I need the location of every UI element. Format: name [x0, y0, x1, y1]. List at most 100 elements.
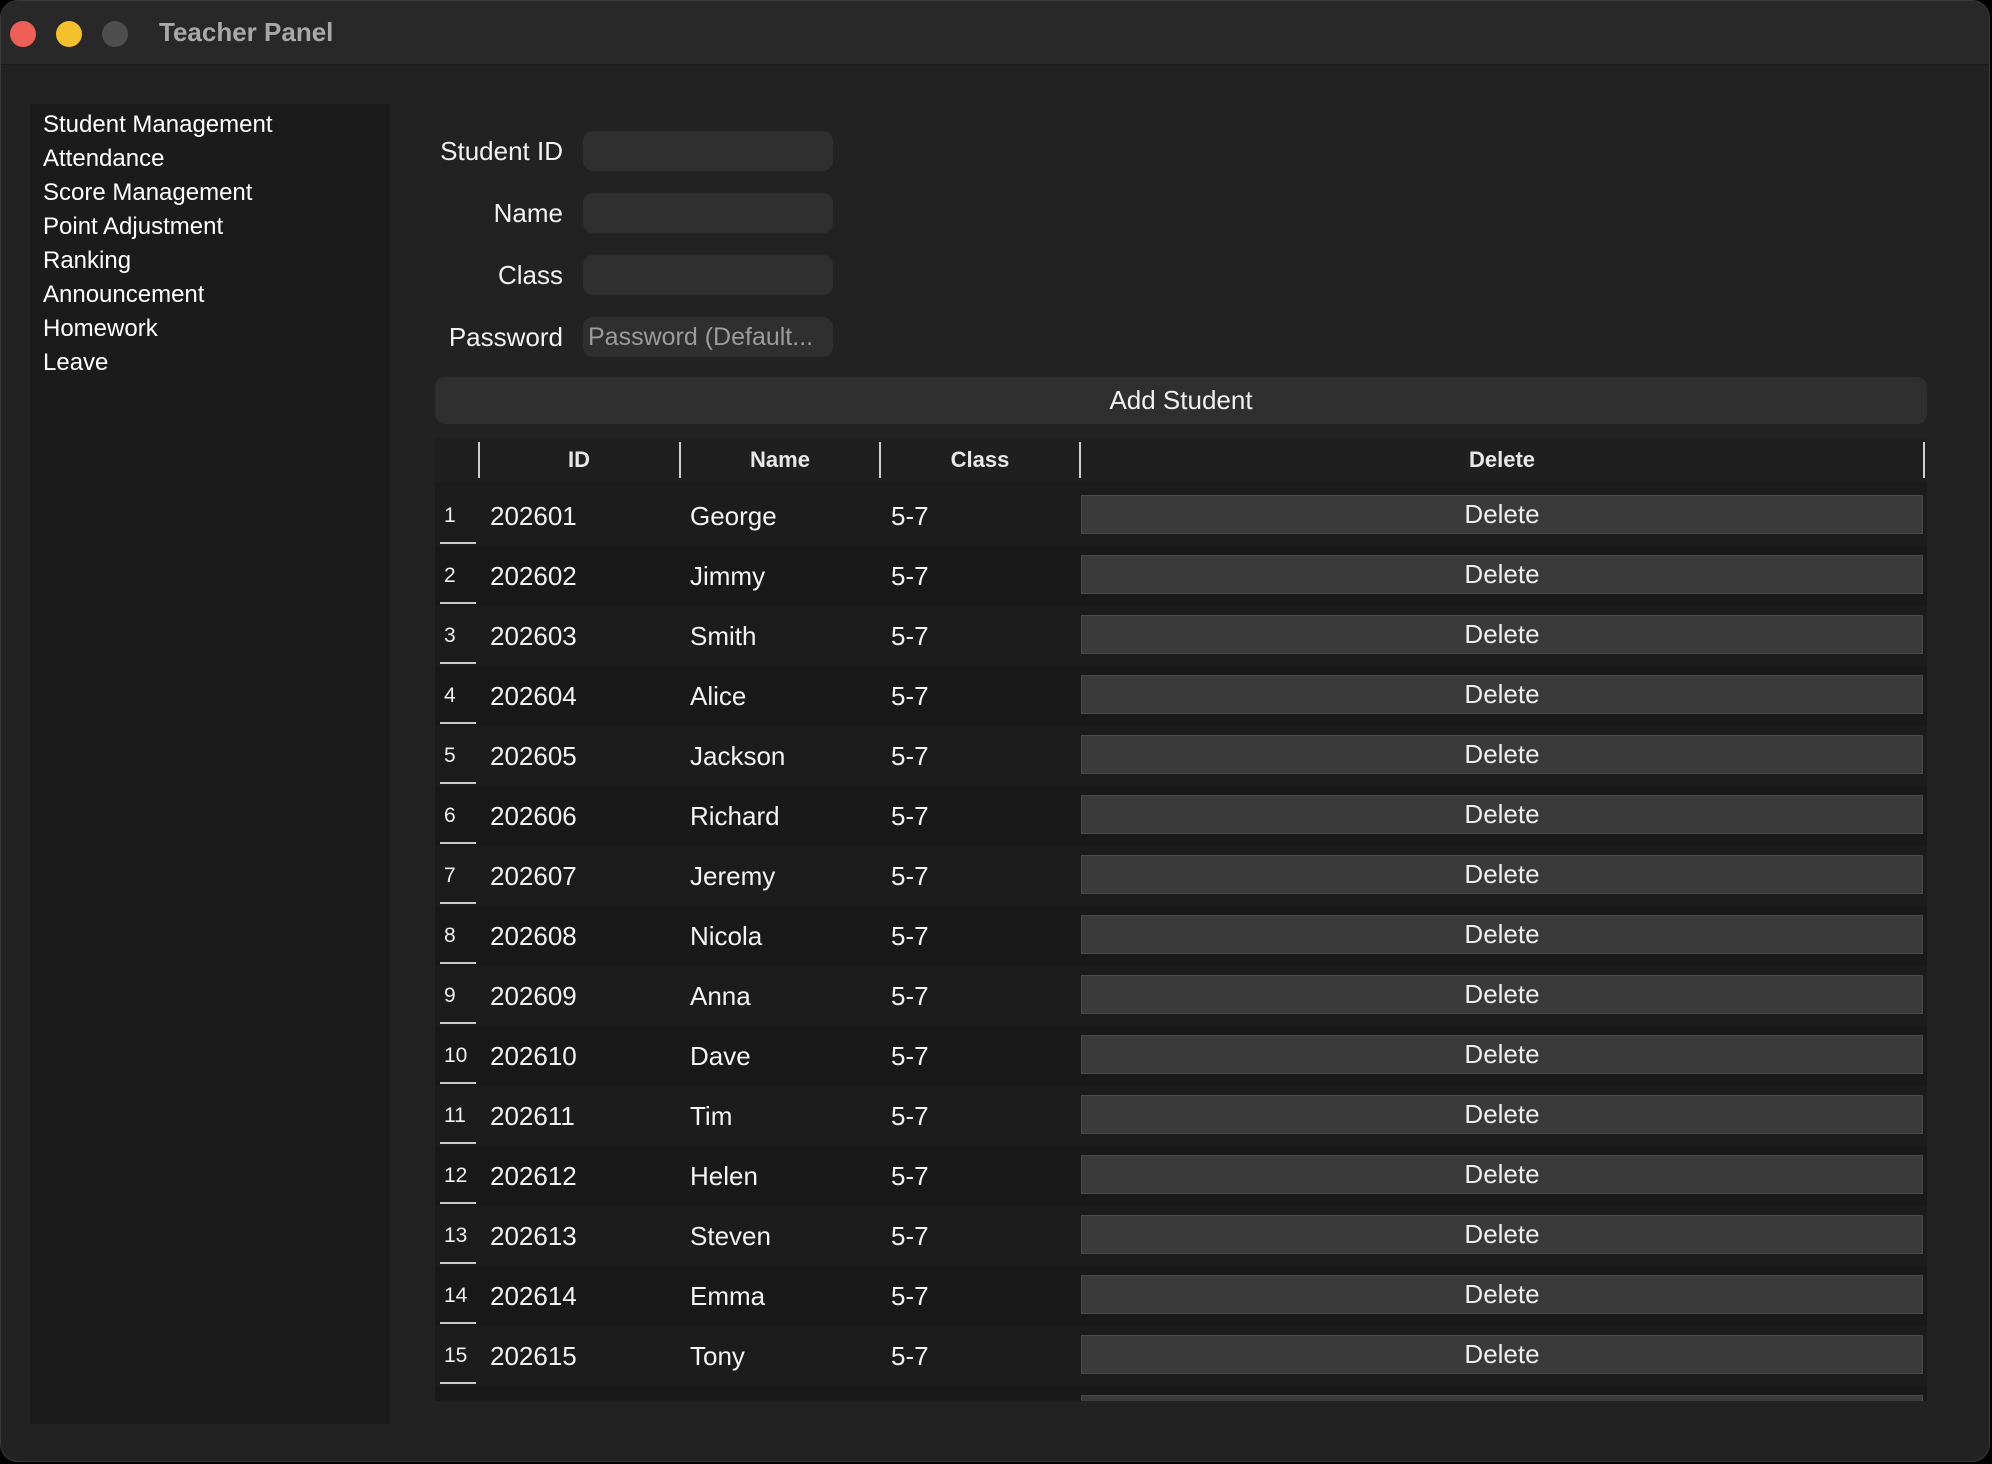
cell-name: Tony — [690, 1341, 745, 1371]
class-input[interactable] — [583, 255, 833, 295]
name-label: Name — [493, 198, 563, 228]
row-number-underline — [440, 962, 476, 964]
cell-class: 5-7 — [891, 741, 929, 771]
delete-button[interactable]: Delete — [1081, 915, 1923, 954]
cell-class: 5-7 — [891, 1221, 929, 1251]
cell-id: 202605 — [490, 741, 577, 771]
table-row[interactable]: 12 202612 Helen 5-7 Delete — [435, 1146, 1927, 1206]
row-number-underline — [440, 782, 476, 784]
delete-button[interactable]: Delete — [1081, 1215, 1923, 1254]
row-number: 1 — [444, 504, 456, 527]
delete-button[interactable]: Delete — [1081, 735, 1923, 774]
sidebar-item-homework[interactable]: Homework — [30, 312, 390, 346]
window-title: Teacher Panel — [159, 17, 334, 47]
row-number: 6 — [444, 804, 456, 827]
header-delete[interactable]: Delete — [1081, 438, 1923, 482]
minimize-window-button[interactable] — [56, 21, 82, 47]
sidebar-item-announcement[interactable]: Announcement — [30, 278, 390, 312]
cell-id: 202604 — [490, 681, 577, 711]
student-id-label: Student ID — [440, 136, 563, 166]
table-row[interactable]: 2 202602 Jimmy 5-7 Delete — [435, 546, 1927, 606]
delete-button[interactable]: Delete — [1081, 975, 1923, 1014]
cell-name: Emma — [690, 1281, 766, 1311]
table-row[interactable]: 5 202605 Jackson 5-7 Delete — [435, 726, 1927, 786]
app-window: Teacher Panel Student Management Attenda… — [0, 0, 1990, 1462]
cell-class: 5-7 — [891, 1341, 929, 1371]
table-row[interactable]: 13 202613 Steven 5-7 Delete — [435, 1206, 1927, 1266]
class-label: Class — [497, 260, 563, 290]
cell-id: 202606 — [490, 801, 577, 831]
cell-class: 5-7 — [891, 1161, 929, 1191]
delete-button[interactable]: Delete — [1081, 615, 1923, 654]
row-number-underline — [440, 1142, 476, 1144]
cell-class: 5-7 — [891, 681, 929, 711]
delete-button[interactable]: Delete — [1081, 1095, 1923, 1134]
name-input[interactable] — [583, 193, 833, 233]
student-table: ID Name Class Delete 1 202601 George 5-7 Del… — [435, 438, 1927, 1401]
cell-name: Richard — [690, 801, 780, 831]
cell-name: Nicola — [690, 921, 763, 951]
table-row[interactable]: 3 202603 Smith 5-7 Delete — [435, 606, 1927, 666]
password-label: Password — [448, 322, 563, 352]
cell-id: 202601 — [490, 501, 577, 531]
delete-button[interactable]: Delete — [1081, 495, 1923, 534]
sidebar-item-student-management[interactable]: Student Management — [30, 108, 390, 142]
cell-class: 5-7 — [891, 501, 929, 531]
delete-button[interactable] — [1081, 1395, 1923, 1401]
table-row[interactable]: 10 202610 Dave 5-7 Delete — [435, 1026, 1927, 1086]
password-input[interactable] — [583, 317, 833, 357]
sidebar-item-score-management[interactable]: Score Management — [30, 176, 390, 210]
table-row[interactable]: 1 202601 George 5-7 Delete — [435, 486, 1927, 546]
table-row[interactable]: 15 202615 Tony 5-7 Delete — [435, 1326, 1927, 1386]
table-row[interactable]: 9 202609 Anna 5-7 Delete — [435, 966, 1927, 1026]
delete-button[interactable]: Delete — [1081, 675, 1923, 714]
row-number: 8 — [444, 924, 456, 947]
row-number: 15 — [444, 1344, 468, 1367]
cell-class: 5-7 — [891, 921, 929, 951]
cell-id: 202608 — [490, 921, 577, 951]
row-number: 7 — [444, 864, 456, 887]
table-row[interactable]: 8 202608 Nicola 5-7 Delete — [435, 906, 1927, 966]
table-row[interactable]: 6 202606 Richard 5-7 Delete — [435, 786, 1927, 846]
table-row[interactable]: 7 202607 Jeremy 5-7 Delete — [435, 846, 1927, 906]
cell-name: Steven — [690, 1221, 771, 1251]
table-row[interactable]: 14 202614 Emma 5-7 Delete — [435, 1266, 1927, 1326]
cell-id: 202603 — [490, 621, 577, 651]
zoom-window-button[interactable] — [102, 21, 128, 47]
row-number: 9 — [444, 984, 456, 1007]
sidebar-item-point-adjustment[interactable]: Point Adjustment — [30, 210, 390, 244]
header-name[interactable]: Name — [681, 438, 879, 482]
delete-button[interactable]: Delete — [1081, 795, 1923, 834]
sidebar-item-attendance[interactable]: Attendance — [30, 142, 390, 176]
cell-class: 5-7 — [891, 1041, 929, 1071]
delete-button[interactable]: Delete — [1081, 1035, 1923, 1074]
title-bar: Teacher Panel — [1, 1, 1989, 65]
row-number-underline — [440, 662, 476, 664]
row-number-underline — [440, 1262, 476, 1264]
row-number-underline — [440, 1322, 476, 1324]
cell-name: Dave — [690, 1041, 751, 1071]
header-id[interactable]: ID — [480, 438, 678, 482]
header-class[interactable]: Class — [881, 438, 1079, 482]
table-row[interactable]: 11 202611 Tim 5-7 Delete — [435, 1086, 1927, 1146]
delete-button[interactable]: Delete — [1081, 555, 1923, 594]
cell-name: George — [690, 501, 777, 531]
table-row-partial[interactable] — [435, 1386, 1927, 1401]
close-window-button[interactable] — [10, 21, 36, 47]
cell-name: Jackson — [690, 741, 786, 771]
delete-button[interactable]: Delete — [1081, 1275, 1923, 1314]
row-number: 5 — [444, 744, 456, 767]
delete-button[interactable]: Delete — [1081, 1155, 1923, 1194]
row-number-underline — [440, 542, 476, 544]
cell-id: 202609 — [490, 981, 577, 1011]
add-student-button[interactable]: Add Student — [435, 377, 1927, 424]
table-row[interactable]: 4 202604 Alice 5-7 Delete — [435, 666, 1927, 726]
sidebar-item-leave[interactable]: Leave — [30, 346, 390, 380]
student-id-input[interactable] — [583, 131, 833, 171]
row-number: 3 — [444, 624, 456, 647]
delete-button[interactable]: Delete — [1081, 855, 1923, 894]
cell-class: 5-7 — [891, 981, 929, 1011]
row-number: 14 — [444, 1284, 468, 1307]
delete-button[interactable]: Delete — [1081, 1335, 1923, 1374]
sidebar-item-ranking[interactable]: Ranking — [30, 244, 390, 278]
